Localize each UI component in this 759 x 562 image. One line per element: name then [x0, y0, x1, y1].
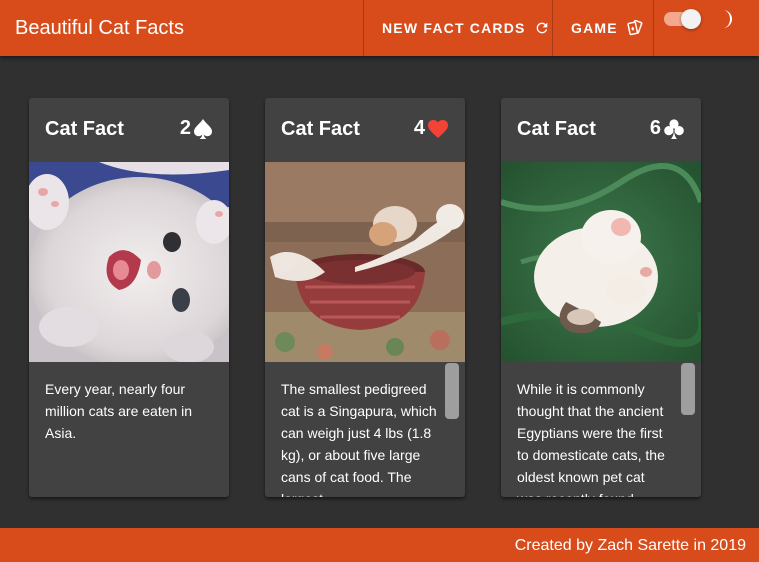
footer-credit: Created by Zach Sarette in 2019: [514, 537, 746, 554]
game-label: GAME: [571, 20, 618, 36]
card-header: Cat Fact 2: [45, 117, 213, 143]
card-fact-text: The smallest pedigreed cat is a Singapur…: [281, 381, 437, 497]
card-title: Cat Fact: [517, 118, 596, 140]
card-rank-number: 4: [413, 117, 425, 139]
fact-card: Cat Fact 6 While it is commonly thought …: [501, 98, 701, 497]
card-rank-number: 6: [649, 117, 661, 139]
playing-cards-icon: [626, 19, 644, 37]
spade-icon: [194, 118, 212, 139]
card-rank: 6: [650, 117, 685, 140]
card-title: Cat Fact: [45, 118, 124, 140]
moon-icon: [718, 9, 736, 34]
card-title: Cat Fact: [281, 118, 360, 140]
refresh-icon: [534, 20, 550, 36]
card-rank: 2: [180, 117, 213, 140]
cat-photo: [265, 162, 465, 362]
footer: Created by Zach Sarette in 2019: [0, 528, 759, 562]
cat-photo: [501, 162, 701, 362]
heart-icon: [428, 119, 448, 138]
card-rank: 4: [414, 117, 449, 140]
scrollbar-thumb[interactable]: [681, 363, 695, 415]
game-button[interactable]: GAME: [552, 0, 653, 56]
card-header: Cat Fact 4: [281, 117, 449, 143]
cat-photo: [29, 162, 229, 362]
app-bar: Beautiful Cat Facts NEW FACT CARDS GAME: [0, 0, 759, 56]
new-fact-cards-button[interactable]: NEW FACT CARDS: [363, 0, 552, 56]
scrollbar-thumb[interactable]: [445, 363, 459, 419]
card-fact-text: Every year, nearly four million cats are…: [45, 381, 193, 441]
theme-switcher: [653, 0, 759, 56]
card-fact-text: While it is commonly thought that the an…: [517, 381, 665, 497]
fact-card: Cat Fact 2 Every year, nearly four milli…: [29, 98, 229, 497]
card-header: Cat Fact 6: [517, 117, 685, 143]
new-fact-cards-label: NEW FACT CARDS: [382, 20, 526, 36]
toggle-knob[interactable]: [681, 9, 701, 29]
dark-mode-toggle[interactable]: [664, 9, 701, 29]
fact-card: Cat Fact 4 The smallest pedigreed cat is…: [265, 98, 465, 497]
card-rank-number: 2: [179, 117, 191, 139]
app-title: Beautiful Cat Facts: [15, 17, 184, 39]
club-icon: [664, 118, 684, 139]
